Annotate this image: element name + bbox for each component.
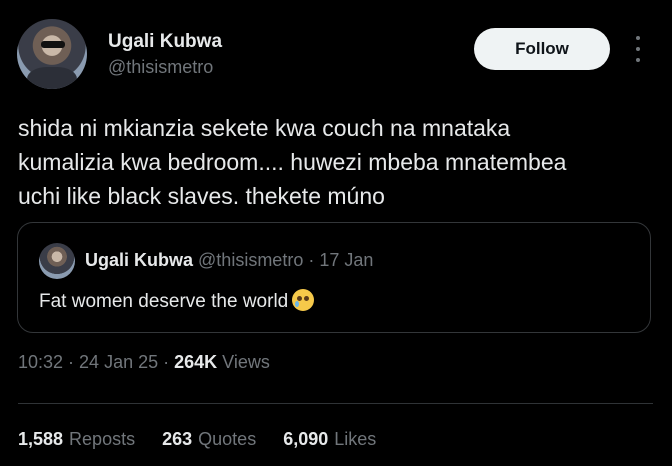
- author-name[interactable]: Ugali Kubwa: [108, 31, 222, 53]
- post-text-line: shida ni mkianzia sekete kwa couch na mn…: [18, 115, 511, 141]
- post-time[interactable]: 10:32: [18, 352, 63, 372]
- reposts-count: 1,588: [18, 429, 64, 449]
- sunglasses-graphic: [41, 41, 65, 48]
- author-handle[interactable]: @thisismetro: [108, 57, 213, 78]
- more-options-icon[interactable]: [628, 36, 648, 62]
- reposts-stat[interactable]: 1,588 Reposts: [18, 429, 135, 450]
- quoted-post[interactable]: Ugali Kubwa @thisismetro · 17 Jan Fat wo…: [17, 222, 651, 333]
- quotes-label: Quotes: [198, 429, 257, 449]
- quoted-text: Fat women deserve the world: [39, 291, 289, 312]
- quoted-date: 17 Jan: [319, 250, 374, 270]
- quoted-author-name: Ugali Kubwa: [85, 250, 194, 270]
- follow-button[interactable]: Follow: [474, 28, 610, 70]
- divider: [18, 403, 653, 404]
- quoted-author-handle: @thisismetro: [198, 250, 304, 270]
- quoted-header: Ugali Kubwa @thisismetro · 17 Jan: [85, 250, 374, 270]
- views-count: 264K: [174, 352, 218, 372]
- post-text-line: kumalizia kwa bedroom.... huwezi mbeba m…: [18, 149, 567, 175]
- quotes-stat[interactable]: 263 Quotes: [162, 429, 256, 450]
- likes-count: 6,090: [283, 429, 329, 449]
- post-text-line: uchi like black slaves. thekete múno: [18, 183, 385, 209]
- shirt-graphic: [27, 67, 77, 89]
- likes-label: Likes: [334, 429, 377, 449]
- post-text: shida ni mkianzia sekete kwa couch na mn…: [18, 111, 658, 213]
- post-meta: 10:32 · 24 Jan 25 · 264K Views: [18, 352, 270, 372]
- post-date[interactable]: 24 Jan 25: [79, 352, 158, 372]
- avatar[interactable]: [17, 19, 87, 89]
- likes-stat[interactable]: 6,090 Likes: [283, 429, 376, 450]
- quoted-text-row: Fat women deserve the world: [39, 289, 315, 313]
- reposts-label: Reposts: [69, 429, 136, 449]
- quoted-avatar: [39, 243, 75, 279]
- crying-face-emoji-icon: [292, 289, 315, 311]
- engagement-stats: 1,588 Reposts 263 Quotes 6,090 Likes: [18, 429, 398, 450]
- views-label: Views: [222, 352, 270, 372]
- tweet: Ugali Kubwa @thisismetro Follow shida ni…: [0, 0, 672, 466]
- quotes-count: 263: [162, 429, 193, 449]
